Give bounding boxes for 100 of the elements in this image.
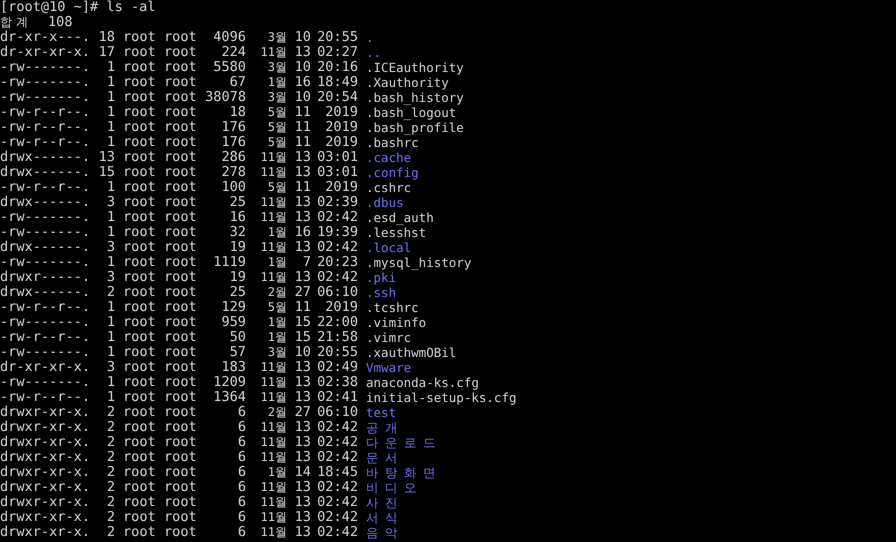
group: root [164, 495, 197, 510]
month: 11월 [260, 195, 287, 210]
day: 13 [291, 480, 311, 495]
file-name: .dbus [366, 195, 404, 210]
file-name: anaconda-ks.cfg [366, 375, 479, 390]
time: 2019 [324, 300, 358, 315]
month: 11월 [260, 525, 287, 540]
month: 3월 [266, 30, 287, 45]
time: 02:49 [317, 360, 358, 375]
permissions: -rw-r--r--. [0, 390, 90, 405]
group: root [164, 135, 197, 150]
time: 2019 [324, 105, 358, 120]
file-size: 286 [220, 150, 246, 165]
file-name: .bash_logout [366, 105, 456, 120]
file-size: 959 [220, 315, 246, 330]
file-size: 129 [220, 300, 246, 315]
time: 20:55 [317, 345, 358, 360]
file-size: 224 [220, 45, 246, 60]
link-count: 2 [106, 450, 115, 465]
day: 27 [291, 285, 311, 300]
file-name: .bash_profile [366, 120, 464, 135]
file-size: 1209 [212, 375, 246, 390]
day: 13 [291, 525, 311, 540]
owner: root [123, 135, 156, 150]
month: 1월 [266, 465, 287, 480]
month: 11월 [260, 510, 287, 525]
file-size: 278 [220, 165, 246, 180]
owner: root [123, 120, 156, 135]
link-count: 1 [106, 300, 115, 315]
time: 06:10 [317, 405, 358, 420]
time: 22:00 [317, 315, 358, 330]
day: 10 [291, 90, 311, 105]
month: 1월 [266, 330, 287, 345]
time: 03:01 [317, 150, 358, 165]
link-count: 1 [106, 330, 115, 345]
permissions: -rw-------. [0, 255, 90, 270]
group: root [164, 165, 197, 180]
permissions: dr-xr-x---. [0, 30, 90, 45]
permissions: drwxr-xr-x. [0, 480, 90, 495]
group: root [164, 45, 197, 60]
month: 11월 [260, 450, 287, 465]
permissions: -rw-------. [0, 315, 90, 330]
group: root [164, 270, 197, 285]
file-size: 176 [220, 120, 246, 135]
file-name: .tcshrc [366, 300, 419, 315]
owner: root [123, 360, 156, 375]
day: 13 [291, 375, 311, 390]
time: 20:16 [317, 60, 358, 75]
file-size: 4096 [212, 30, 246, 45]
link-count: 2 [106, 525, 115, 540]
group: root [164, 150, 197, 165]
owner: root [123, 525, 156, 540]
owner: root [123, 240, 156, 255]
time: 20:23 [317, 255, 358, 270]
owner: root [123, 435, 156, 450]
file-name: .ICEauthority [366, 60, 464, 75]
group: root [164, 255, 197, 270]
day: 11 [291, 135, 311, 150]
link-count: 2 [106, 405, 115, 420]
day: 10 [291, 345, 311, 360]
total-label: 합계 [0, 15, 32, 30]
owner: root [123, 465, 156, 480]
group: root [164, 120, 197, 135]
month: 1월 [266, 225, 287, 240]
day: 11 [291, 105, 311, 120]
permissions: -rw-------. [0, 90, 90, 105]
day: 16 [291, 225, 311, 240]
group: root [164, 90, 197, 105]
month: 3월 [266, 60, 287, 75]
day: 13 [291, 45, 311, 60]
link-count: 1 [106, 210, 115, 225]
file-name: .bash_history [366, 90, 464, 105]
month: 5월 [266, 135, 287, 150]
link-count: 1 [106, 345, 115, 360]
permissions: -rw-------. [0, 225, 90, 240]
group: root [164, 285, 197, 300]
link-count: 1 [106, 75, 115, 90]
owner: root [123, 90, 156, 105]
file-name: .viminfo [366, 315, 426, 330]
month: 11월 [260, 375, 287, 390]
owner: root [123, 495, 156, 510]
file-size: 18 [228, 105, 246, 120]
owner: root [123, 45, 156, 60]
group: root [164, 300, 197, 315]
file-name: .local [366, 240, 412, 255]
owner: root [123, 225, 156, 240]
file-name: 바탕화면 [366, 465, 442, 480]
permissions: -rw-r--r--. [0, 105, 90, 120]
day: 13 [291, 435, 311, 450]
day: 15 [291, 330, 311, 345]
owner: root [123, 150, 156, 165]
group: root [164, 75, 197, 90]
month: 2월 [266, 405, 287, 420]
file-size: 6 [236, 525, 246, 540]
group: root [164, 210, 197, 225]
day: 13 [291, 195, 311, 210]
file-name: 비디오 [366, 480, 423, 495]
file-size: 6 [236, 450, 246, 465]
group: root [164, 345, 197, 360]
group: root [164, 450, 197, 465]
